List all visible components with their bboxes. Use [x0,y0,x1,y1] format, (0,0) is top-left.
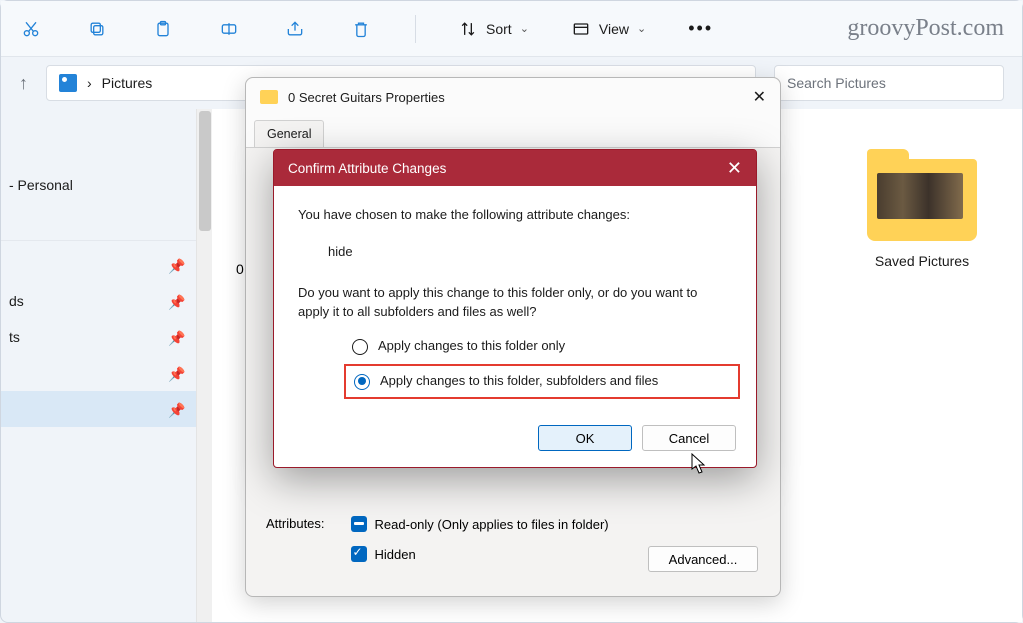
ok-button[interactable]: OK [538,425,632,451]
hidden-label: Hidden [375,547,416,562]
nav-sidebar: - Personal 📌 ds 📌 ts 📌 📌 📌 [1,109,196,622]
properties-title: 0 Secret Guitars Properties [288,90,445,105]
toolbar-separator [415,15,416,43]
folder-icon [867,159,977,241]
view-button[interactable]: View ⌄ [571,19,646,39]
folder-label: Saved Pictures [852,253,992,269]
pin-icon: 📌 [168,330,182,344]
rename-icon[interactable] [217,17,241,41]
radio-label: Apply changes to this folder, subfolders… [380,372,658,391]
pin-icon: 📌 [168,294,182,308]
sidebar-item[interactable]: ts 📌 [1,319,196,355]
tab-general[interactable]: General [254,120,324,147]
checkbox-indeterminate-icon [351,516,367,532]
folder-item[interactable]: Saved Pictures [852,159,992,269]
pictures-icon [59,74,77,92]
search-placeholder: Search Pictures [787,75,886,91]
copy-icon[interactable] [85,17,109,41]
up-arrow-icon[interactable]: ↑ [19,73,28,94]
delete-icon[interactable] [349,17,373,41]
cut-icon[interactable] [19,17,43,41]
view-label: View [599,21,629,37]
readonly-label: Read-only (Only applies to files in fold… [375,517,609,532]
properties-tabs: General [246,116,780,148]
confirm-line2: Do you want to apply this change to this… [298,284,732,322]
radio-label: Apply changes to this folder only [378,337,565,356]
search-input[interactable]: Search Pictures [774,65,1004,101]
pin-icon: 📌 [168,366,182,380]
properties-titlebar[interactable]: 0 Secret Guitars Properties ✕ [246,78,780,116]
radio-selected-icon [354,374,370,390]
sidebar-item[interactable]: 📌 [1,247,196,283]
radio-subfolders[interactable]: Apply changes to this folder, subfolders… [344,364,740,399]
radio-unselected-icon [352,339,368,355]
sidebar-label: - Personal [9,177,73,193]
close-icon[interactable]: ✕ [727,158,742,179]
chevron-down-icon: ⌄ [520,22,529,35]
attributes-section: Attributes: Read-only (Only applies to f… [266,516,609,562]
confirm-titlebar[interactable]: Confirm Attribute Changes ✕ [274,150,756,186]
cancel-button[interactable]: Cancel [642,425,736,451]
confirm-line1: You have chosen to make the following at… [298,206,732,225]
attributes-label: Attributes: [266,516,325,531]
confirm-dialog: Confirm Attribute Changes ✕ You have cho… [273,149,757,468]
advanced-button[interactable]: Advanced... [648,546,758,572]
item-count: 0 [236,261,244,277]
sidebar-item[interactable]: - Personal [1,167,196,203]
confirm-change: hide [328,243,732,262]
close-icon[interactable]: ✕ [753,87,766,107]
chevron-down-icon: ⌄ [637,22,646,35]
radio-group: Apply changes to this folder only Apply … [352,337,732,393]
toolbar: Sort ⌄ View ⌄ ••• groovyPost.com [1,1,1022,57]
confirm-buttons: OK Cancel [274,415,756,467]
hidden-checkbox[interactable]: Hidden [351,546,609,562]
scrollbar-thumb[interactable] [199,111,211,231]
sidebar-scrollbar[interactable] [196,109,212,622]
pin-icon: 📌 [168,402,182,416]
sort-button[interactable]: Sort ⌄ [458,19,529,39]
share-icon[interactable] [283,17,307,41]
paste-icon[interactable] [151,17,175,41]
sidebar-item[interactable]: ds 📌 [1,283,196,319]
sidebar-item[interactable]: 📌 [1,391,196,427]
checkbox-checked-icon [351,546,367,562]
pin-icon: 📌 [168,258,182,272]
sort-label: Sort [486,21,512,37]
confirm-title: Confirm Attribute Changes [288,161,446,176]
sidebar-label: ds [9,293,24,309]
sidebar-label: ts [9,329,20,345]
sidebar-item[interactable]: 📌 [1,355,196,391]
watermark-text: groovyPost.com [847,15,1004,42]
folder-icon [260,90,278,104]
breadcrumb-location: Pictures [102,75,153,91]
readonly-checkbox[interactable]: Read-only (Only applies to files in fold… [351,516,609,532]
confirm-body: You have chosen to make the following at… [274,186,756,415]
breadcrumb-sep: › [87,75,92,91]
more-button[interactable]: ••• [688,18,713,39]
radio-folder-only[interactable]: Apply changes to this folder only [352,337,732,356]
